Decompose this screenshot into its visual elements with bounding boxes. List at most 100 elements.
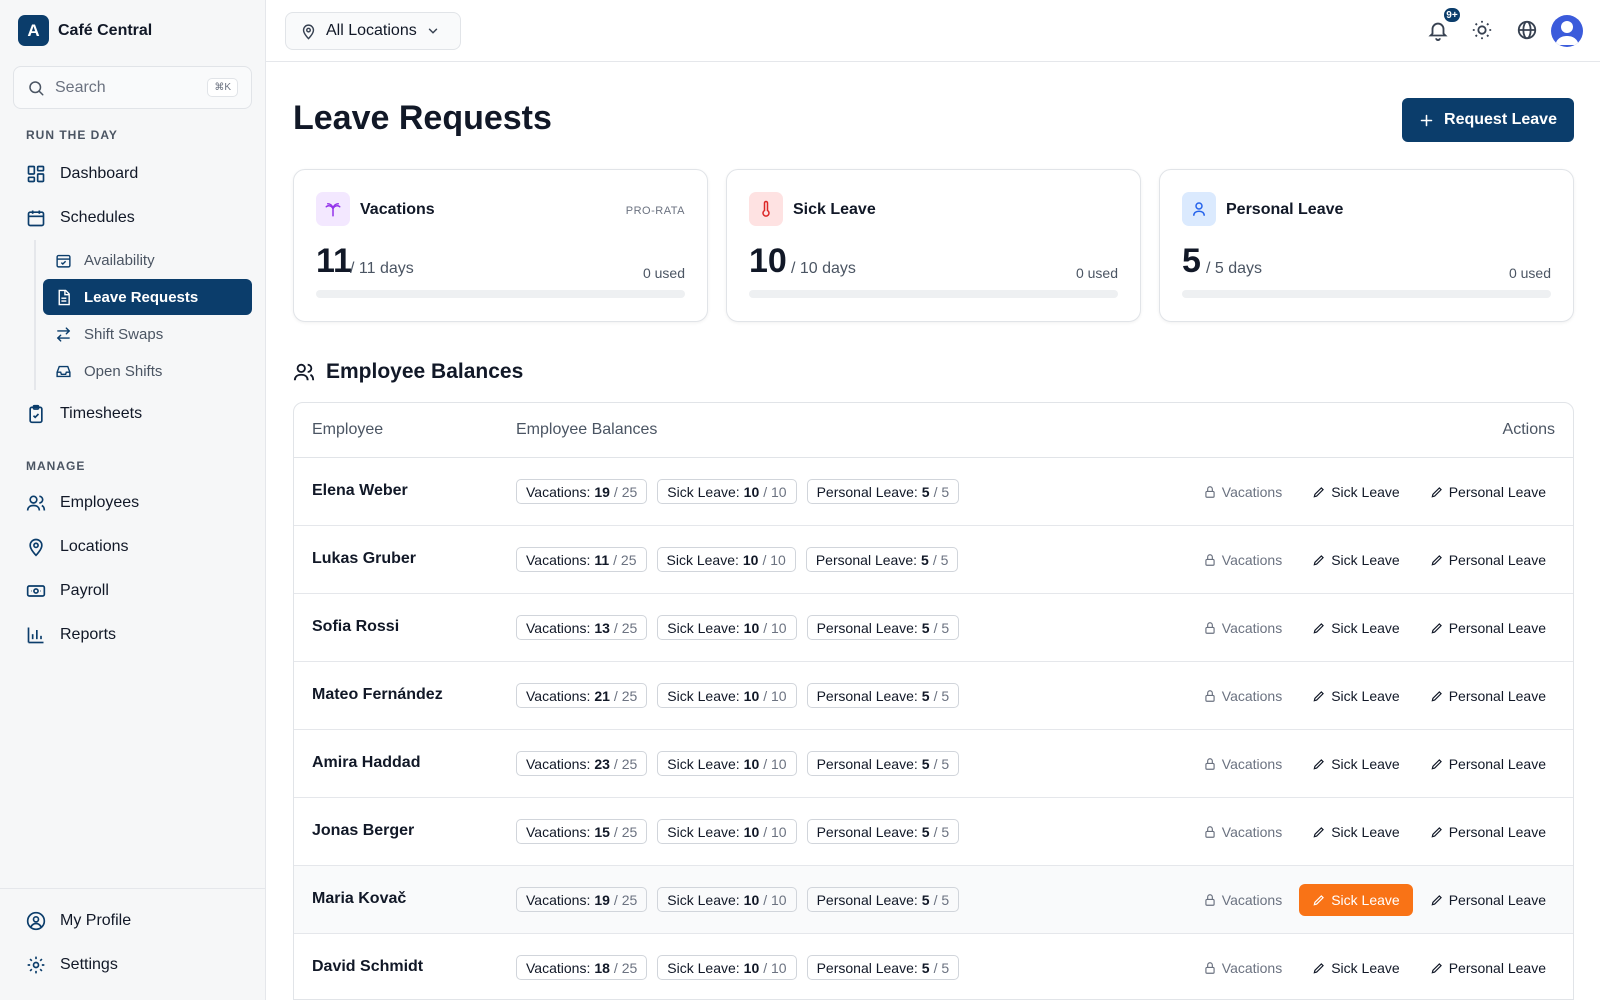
sidebar-item-timesheets[interactable]: Timesheets bbox=[26, 404, 142, 424]
vacations-locked-button[interactable]: Vacations bbox=[1190, 544, 1295, 576]
chip-personal-leave: Personal Leave: 5/ 5 bbox=[806, 887, 960, 912]
chip-max: / 25 bbox=[613, 823, 638, 840]
sidebar-item-shift-swaps[interactable]: Shift Swaps bbox=[43, 316, 252, 352]
edit-personal-leave-button[interactable]: Personal Leave bbox=[1417, 680, 1559, 712]
edit-personal-leave-button[interactable]: Personal Leave bbox=[1417, 544, 1559, 576]
sun-icon[interactable] bbox=[1471, 19, 1493, 41]
plus-icon bbox=[1420, 114, 1433, 126]
vacations-locked-button[interactable]: Vacations bbox=[1190, 748, 1295, 780]
chip-label: Vacations: bbox=[526, 687, 591, 704]
card-title: Sick Leave bbox=[793, 201, 876, 218]
sidebar-item-reports[interactable]: Reports bbox=[26, 625, 116, 645]
lock-icon bbox=[1205, 758, 1215, 770]
card-icon-bg bbox=[749, 192, 783, 226]
chip-max: / 25 bbox=[613, 959, 638, 976]
location-select[interactable]: All Locations bbox=[285, 12, 461, 50]
sidebar-item-label: Availability bbox=[84, 251, 155, 269]
request-leave-label: Request Leave bbox=[1444, 111, 1557, 128]
avatar-user-icon bbox=[1555, 21, 1579, 45]
edit-sick-leave-button[interactable]: Sick Leave bbox=[1299, 476, 1412, 508]
edit-sick-leave-button[interactable]: Sick Leave bbox=[1299, 612, 1412, 644]
chip-value: 5 bbox=[921, 483, 930, 500]
avatar[interactable] bbox=[1551, 15, 1583, 47]
sidebar-item-schedules[interactable]: Schedules bbox=[26, 208, 135, 228]
calendar-icon bbox=[27, 210, 45, 227]
sidebar-item-settings[interactable]: Settings bbox=[26, 955, 118, 975]
sidebar-item-open-shifts[interactable]: Open Shifts bbox=[43, 353, 252, 389]
chip-value: 5 bbox=[921, 551, 929, 568]
table-row: David Schmidt Vacations: 18/ 25 Sick Leav… bbox=[294, 934, 1573, 999]
vacations-locked-button[interactable]: Vacations bbox=[1190, 816, 1295, 848]
edit-personal-leave-button[interactable]: Personal Leave bbox=[1417, 748, 1559, 780]
chip-label: Personal Leave: bbox=[816, 755, 918, 772]
edit-personal-leave-button[interactable]: Personal Leave bbox=[1417, 952, 1559, 984]
table-body: Elena Weber Vacations: 19/ 25 Sick Leave:… bbox=[294, 458, 1573, 999]
action-label: Sick Leave bbox=[1331, 552, 1400, 568]
edit-sick-leave-button[interactable]: Sick Leave bbox=[1299, 816, 1412, 848]
chip-max: / 10 bbox=[763, 619, 787, 636]
user-circle-icon bbox=[26, 911, 46, 931]
sidebar-item-employees[interactable]: Employees bbox=[26, 493, 139, 513]
chip-label: Sick Leave: bbox=[667, 891, 740, 908]
chip-max: / 10 bbox=[763, 823, 787, 840]
sidebar-item-label: Open Shifts bbox=[84, 362, 163, 380]
lock-icon bbox=[1205, 826, 1215, 838]
sidebar-item-payroll[interactable]: Payroll bbox=[26, 581, 109, 601]
lock-icon bbox=[1205, 962, 1215, 974]
balance-chips: Vacations: 11/ 25 Sick Leave: 10/ 10 Perso… bbox=[516, 547, 959, 572]
row-actions: Vacations Sick Leave Personal Leave bbox=[1190, 952, 1559, 984]
sidebar-item-leave-requests[interactable]: Leave Requests bbox=[43, 279, 252, 315]
vacations-locked-button[interactable]: Vacations bbox=[1190, 680, 1295, 712]
globe-icon[interactable] bbox=[1516, 19, 1538, 41]
pencil-icon bbox=[1431, 895, 1442, 906]
search-input[interactable]: Search ⌘K bbox=[13, 66, 252, 109]
action-label: Sick Leave bbox=[1331, 620, 1400, 636]
edit-personal-leave-button[interactable]: Personal Leave bbox=[1417, 816, 1559, 848]
chip-label: Sick Leave: bbox=[666, 551, 739, 568]
vacations-locked-button[interactable]: Vacations bbox=[1190, 612, 1295, 644]
chip-label: Personal Leave: bbox=[816, 959, 918, 976]
chip-max: / 25 bbox=[613, 755, 638, 772]
request-leave-button[interactable]: Request Leave bbox=[1402, 98, 1574, 142]
pencil-icon bbox=[1313, 827, 1325, 838]
edit-personal-leave-button[interactable]: Personal Leave bbox=[1417, 884, 1559, 916]
chip-label: Personal Leave: bbox=[816, 891, 918, 908]
chip-max: / 25 bbox=[613, 551, 637, 568]
row-actions: Vacations Sick Leave Personal Leave bbox=[1190, 748, 1559, 780]
edit-personal-leave-button[interactable]: Personal Leave bbox=[1417, 476, 1559, 508]
edit-sick-leave-button[interactable]: Sick Leave bbox=[1299, 952, 1412, 984]
edit-sick-leave-button[interactable]: Sick Leave bbox=[1299, 680, 1412, 712]
chip-vacations: Vacations: 21/ 25 bbox=[516, 683, 648, 708]
chip-personal-leave: Personal Leave: 5/ 5 bbox=[806, 479, 960, 504]
edit-sick-leave-button[interactable]: Sick Leave bbox=[1299, 884, 1413, 916]
edit-sick-leave-button[interactable]: Sick Leave bbox=[1299, 544, 1412, 576]
sidebar-item-dashboard[interactable]: Dashboard bbox=[26, 164, 138, 184]
chip-value: 5 bbox=[921, 959, 930, 976]
vacations-locked-button[interactable]: Vacations bbox=[1190, 476, 1295, 508]
sidebar-item-locations[interactable]: Locations bbox=[26, 537, 129, 557]
chip-personal-leave: Personal Leave: 5/ 5 bbox=[806, 819, 960, 844]
pencil-icon bbox=[1431, 487, 1442, 498]
card-used: 0 used bbox=[1508, 265, 1551, 281]
chip-vacations: Vacations: 13/ 25 bbox=[516, 615, 648, 640]
vacations-locked-button[interactable]: Vacations bbox=[1190, 952, 1295, 984]
brand[interactable]: A Café Central bbox=[18, 15, 152, 46]
sidebar-footer bbox=[0, 888, 266, 889]
card-progress-bar bbox=[316, 290, 685, 298]
sidebar-item-my-profile[interactable]: My Profile bbox=[26, 911, 131, 931]
edit-sick-leave-button[interactable]: Sick Leave bbox=[1299, 748, 1412, 780]
balance-chips: Vacations: 15/ 25 Sick Leave: 10/ 10 Perso… bbox=[516, 819, 960, 844]
card-icon-bg bbox=[1182, 192, 1216, 226]
chip-label: Sick Leave: bbox=[667, 959, 740, 976]
chip-max: / 10 bbox=[763, 483, 787, 500]
chip-value: 10 bbox=[743, 619, 760, 636]
chip-personal-leave: Personal Leave: 5/ 5 bbox=[806, 955, 960, 980]
chip-value: 10 bbox=[743, 687, 760, 704]
map-pin-icon bbox=[29, 538, 43, 557]
chip-sick-leave: Sick Leave: 10/ 10 bbox=[657, 683, 797, 708]
vacations-locked-button[interactable]: Vacations bbox=[1190, 884, 1295, 916]
edit-personal-leave-button[interactable]: Personal Leave bbox=[1417, 612, 1559, 644]
search-shortcut: ⌘K bbox=[207, 78, 238, 97]
card-total: / 11 days bbox=[350, 260, 414, 277]
sidebar-item-availability[interactable]: Availability bbox=[43, 242, 252, 278]
